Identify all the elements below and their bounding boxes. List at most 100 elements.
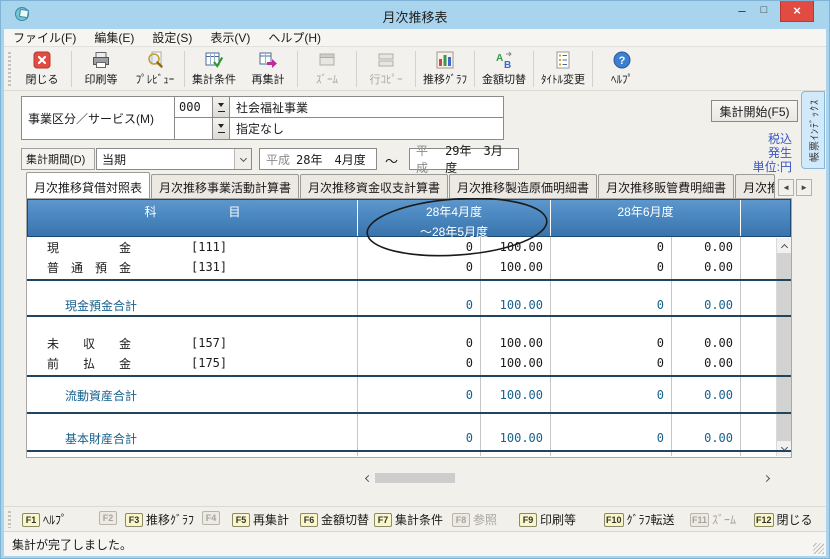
aggregation-flags: 税込 発生 単位:円 <box>753 132 792 174</box>
period-from-field[interactable]: 平成 28年 4月度 <box>259 148 377 170</box>
fkey-f1[interactable]: F1ﾍﾙﾌﾟ <box>22 511 67 528</box>
service2-code-input[interactable] <box>175 118 213 139</box>
minimize-button[interactable]: – <box>733 3 751 21</box>
client-area: 事業区分／サービス(M) 000 社会福祉事業 指定なし 集計期間(D) 当期 … <box>4 91 826 506</box>
cell-value: 0 <box>550 333 671 353</box>
service2-name-field[interactable]: 指定なし <box>230 118 503 139</box>
table-total-row[interactable]: 基本財産合計 0 100.00 0 0.00 <box>27 428 791 448</box>
menu-view[interactable]: 表示(V) <box>201 29 259 46</box>
cell-value: 0 <box>550 237 671 257</box>
trend-graph-icon <box>435 50 455 70</box>
tab-truncated[interactable]: 月次推 <box>735 174 775 198</box>
close-button[interactable]: × <box>780 1 814 22</box>
header-subject: 科 目 <box>28 200 358 236</box>
menu-edit[interactable]: 編集(E) <box>85 29 143 46</box>
service-dropdown-button[interactable] <box>213 97 230 118</box>
horizontal-scrollbar[interactable] <box>359 471 775 485</box>
fkey-f7[interactable]: F7集計条件 <box>374 511 443 528</box>
service-name-field[interactable]: 社会福祉事業 <box>230 97 503 118</box>
fkey-f2[interactable]: F2 <box>99 511 120 525</box>
horizontal-scrollbar-thumb[interactable] <box>375 473 455 483</box>
service2-dropdown-button[interactable] <box>213 118 230 139</box>
function-key-bar: F1ﾍﾙﾌﾟ F2 F3推移ｸﾞﾗﾌ F4 F5再集計 F6金額切替 F7集計条… <box>4 506 826 531</box>
cell-ratio: 0.00 <box>671 353 740 373</box>
tab-sga-detail[interactable]: 月次推移販管費明細書 <box>598 174 734 198</box>
cell-value: 0 <box>550 385 671 405</box>
resize-grip[interactable] <box>813 543 824 554</box>
cell-ratio: 100.00 <box>480 385 550 405</box>
cell-ratio: 0.00 <box>671 295 740 315</box>
scroll-left-button[interactable] <box>359 471 374 485</box>
table-body: 現 金[111] 0 100.00 0 0.00 普 通 預 金[131] 0 … <box>27 237 791 456</box>
era-label: 平成 <box>266 151 290 168</box>
tab-manufacturing-cost[interactable]: 月次推移製造原価明細書 <box>449 174 597 198</box>
tab-scroll-right-button[interactable]: ► <box>796 179 812 196</box>
fkey-f6[interactable]: F6金額切替 <box>300 511 369 528</box>
toolbar-zoom-button[interactable]: ｽﾞｰﾑ <box>300 49 354 89</box>
service-code-input[interactable]: 000 <box>175 97 213 118</box>
maximize-button[interactable]: □ <box>755 4 773 22</box>
toolbar-title-change-button[interactable]: ﾀｲﾄﾙ変更 <box>536 49 590 89</box>
dropdown-arrow-icon <box>218 103 224 110</box>
toolbar-trend-graph-button[interactable]: 推移ｸﾞﾗﾌ <box>418 49 472 89</box>
account-code: [157] <box>191 336 227 350</box>
section-divider <box>27 412 791 414</box>
toolbar-row-copy-button[interactable]: 行ｺﾋﾟｰ <box>359 49 413 89</box>
period-select[interactable]: 当期 <box>96 148 252 170</box>
cell-ratio: 0.00 <box>671 428 740 448</box>
table-header: 科 目 28年4月度 ～28年5月度 28年6月度 <box>27 199 791 237</box>
title-change-icon <box>553 50 573 70</box>
menu-settings[interactable]: 設定(S) <box>143 29 201 46</box>
flag-tax: 税込 <box>753 132 792 146</box>
start-aggregation-button[interactable]: 集計開始(F5) <box>711 100 798 122</box>
cell-value: 0 <box>357 385 480 405</box>
account-label: 前 払 金 <box>47 355 187 372</box>
tab-cashflow-statement[interactable]: 月次推移資金収支計算書 <box>300 174 448 198</box>
toolbar-preview-button[interactable]: ﾌﾟﾚﾋﾞｭｰ <box>128 49 182 89</box>
fkey-f12[interactable]: F12閉じる <box>754 511 813 528</box>
period-select-button[interactable] <box>234 149 251 169</box>
scroll-right-button[interactable] <box>760 471 775 485</box>
total-label: 基本財産合計 <box>65 430 137 447</box>
table-row[interactable]: 前 払 金[175] 0 100.00 0 0.00 <box>27 353 791 373</box>
period-to-field[interactable]: 平成 29年 3月度 <box>409 148 519 170</box>
fkey-f8[interactable]: F8参照 <box>452 511 497 528</box>
section-divider <box>27 315 791 317</box>
toolbar-print-button[interactable]: 印刷等 <box>74 49 128 89</box>
tab-scroll-left-button[interactable]: ◄ <box>778 179 794 196</box>
menu-file[interactable]: ファイル(F) <box>4 29 85 46</box>
report-index-tab[interactable]: 帳票ｲﾝﾃﾞｯｸｽ <box>801 91 825 169</box>
toolbar-recalc-button[interactable]: 再集計 <box>241 49 295 89</box>
toolbar-amount-switch-button[interactable]: AB 金額切替 <box>477 49 531 89</box>
cell-value: 0 <box>357 237 480 257</box>
tab-balance-sheet[interactable]: 月次推移貸借対照表 <box>26 172 150 198</box>
table-row[interactable]: 現 金[111] 0 100.00 0 0.00 <box>27 237 791 257</box>
fkey-f4[interactable]: F4 <box>202 511 223 525</box>
toolbar-close-button[interactable]: 閉じる <box>15 49 69 89</box>
toolbar-separator <box>184 51 185 87</box>
header-period1: 28年4月度 ～28年5月度 <box>358 200 551 236</box>
period-from-date: 28年 4月度 <box>296 151 366 168</box>
toolbar-separator <box>592 51 593 87</box>
cell-ratio: 100.00 <box>480 428 550 448</box>
table-row[interactable]: 未 収 金[157] 0 100.00 0 0.00 <box>27 333 791 353</box>
fkey-f9[interactable]: F9印刷等 <box>519 511 576 528</box>
toolbar-conditions-button[interactable]: 集計条件 <box>187 49 241 89</box>
table-row[interactable]: 普 通 預 金[131] 0 100.00 0 0.00 <box>27 257 791 277</box>
account-code: [131] <box>191 260 227 274</box>
fkey-f10[interactable]: F10ｸﾞﾗﾌ転送 <box>604 511 675 528</box>
table-total-row[interactable]: 流動資産合計 0 100.00 0 0.00 <box>27 385 791 405</box>
table-total-row[interactable]: 現金預金合計 0 100.00 0 0.00 <box>27 295 791 315</box>
zoom-icon <box>317 50 337 70</box>
fkey-f3[interactable]: F3推移ｸﾞﾗﾌ <box>125 511 194 528</box>
fkeybar-grip <box>8 511 11 528</box>
menu-help[interactable]: ヘルプ(H) <box>259 29 330 46</box>
period-to-date: 29年 3月度 <box>445 142 512 176</box>
tab-activity-statement[interactable]: 月次推移事業活動計算書 <box>151 174 299 198</box>
cell-value: 0 <box>357 353 480 373</box>
toolbar-help-button[interactable]: ? ﾍﾙﾌﾟ <box>595 49 649 89</box>
cell-ratio: 0.00 <box>671 237 740 257</box>
fkey-f5[interactable]: F5再集計 <box>232 511 289 528</box>
fkey-f11[interactable]: F11ｽﾞｰﾑ <box>690 511 736 528</box>
chevron-down-icon <box>239 154 246 161</box>
